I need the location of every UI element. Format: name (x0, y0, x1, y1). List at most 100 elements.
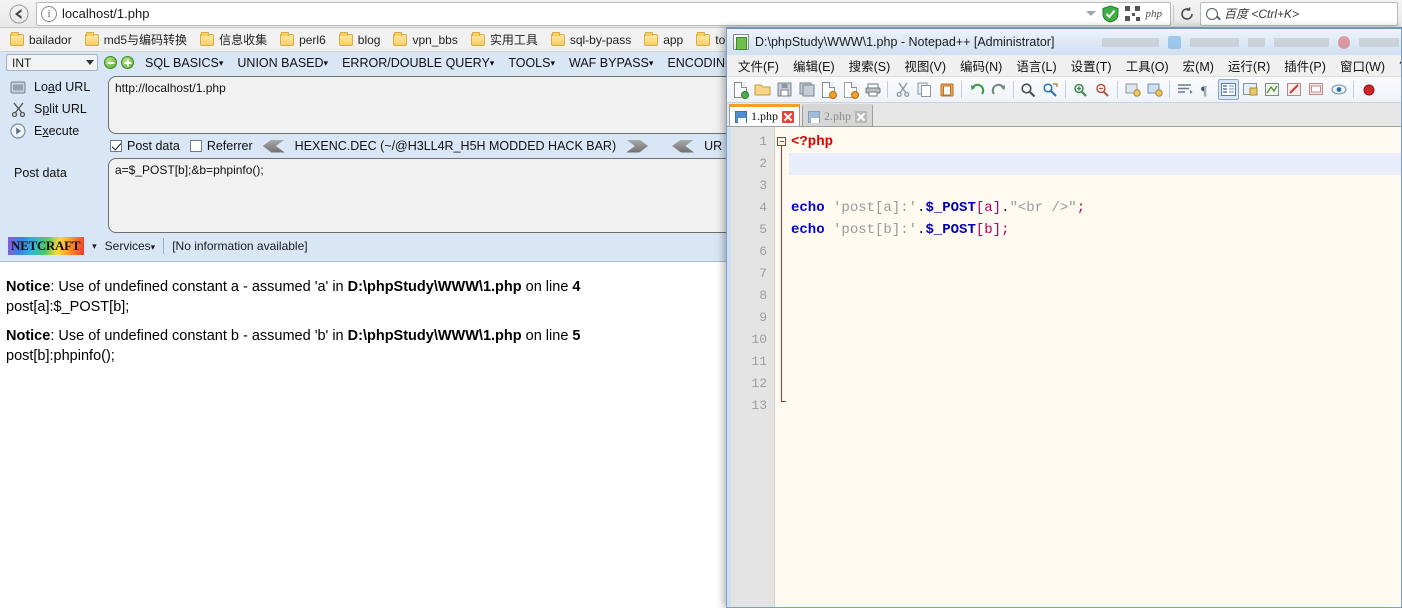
hackbar-menu-sql-basics[interactable]: SQL BASICS▾ (138, 55, 230, 71)
show-func-list-icon[interactable] (1284, 79, 1305, 100)
notepad-menu-item[interactable]: 语言(L) (1009, 54, 1063, 77)
shield-icon[interactable] (1102, 4, 1119, 23)
notepad-menu-item[interactable]: 运行(R) (1221, 54, 1277, 77)
hackbar-menu-error-double-query[interactable]: ERROR/DOUBLE QUERY▾ (335, 55, 501, 71)
code-line[interactable] (789, 373, 1401, 395)
code-line[interactable] (789, 329, 1401, 351)
hackbar-load-url-button[interactable]: Load URL (0, 76, 108, 98)
code-line[interactable] (789, 285, 1401, 307)
open-file-icon[interactable] (752, 79, 773, 100)
user-defined-dialog-icon[interactable] (1240, 79, 1261, 100)
show-all-chars-icon[interactable]: ¶ (1196, 79, 1217, 100)
notepad-menu-item[interactable]: 编辑(E) (786, 54, 842, 77)
chevron-left-decor-icon (262, 139, 285, 153)
redo-icon[interactable] (988, 79, 1009, 100)
zoom-out-icon[interactable] (1092, 79, 1113, 100)
hackbar-hexenc-label[interactable]: HEXENC.DEC (~/@H3LL4R_H5H MODDED HACK BA… (295, 139, 616, 153)
code-line[interactable] (789, 307, 1401, 329)
bookmark-item[interactable]: sql-by-pass (547, 31, 637, 49)
notepad-menu-item[interactable]: 视图(V) (897, 54, 953, 77)
hackbar-postdata-checkbox[interactable]: Post data (110, 139, 180, 153)
notepad-menu-item[interactable]: 设置(T) (1064, 54, 1119, 77)
info-icon[interactable]: i (41, 5, 57, 22)
notepad-menu-item[interactable]: ? (1392, 57, 1401, 75)
paste-icon[interactable] (936, 79, 957, 100)
code-line[interactable]: echo 'post[a]:'.$_POST[a]."<br />"; (789, 197, 1401, 219)
hackbar-execute-button[interactable]: Execute (0, 120, 108, 142)
editor-fold-margin[interactable] (775, 127, 789, 607)
bookmark-item[interactable]: perl6 (276, 31, 332, 49)
notepad-menu-item[interactable]: 窗口(W) (1333, 54, 1392, 77)
hackbar-trailing-label[interactable]: UR (704, 139, 722, 153)
code-line[interactable]: echo 'post[b]:'.$_POST[b]; (789, 219, 1401, 241)
qr-code-icon[interactable] (1124, 6, 1140, 21)
hackbar-encoding-select[interactable]: INT (6, 54, 98, 71)
cut-icon[interactable] (892, 79, 913, 100)
bookmark-item[interactable]: blog (335, 31, 387, 49)
close-file-icon[interactable] (818, 79, 839, 100)
hackbar-plus-button[interactable] (121, 56, 134, 69)
undo-icon[interactable] (966, 79, 987, 100)
code-line[interactable] (789, 153, 1401, 175)
search-bar[interactable]: 百度 <Ctrl+K> (1200, 1, 1398, 26)
code-line[interactable] (789, 241, 1401, 263)
save-all-icon[interactable] (796, 79, 817, 100)
netcraft-dropdown-caret[interactable]: ▾ (92, 241, 97, 252)
show-folder-panel-icon[interactable] (1306, 79, 1327, 100)
hackbar-split-url-button[interactable]: Split URL (0, 98, 108, 120)
notepad-menu-item[interactable]: 文件(F) (731, 54, 786, 77)
bookmark-item[interactable]: vpn_bbs (389, 31, 463, 49)
code-line[interactable] (789, 395, 1401, 417)
bookmark-item[interactable]: 实用工具 (467, 29, 544, 50)
hackbar-menu-union-based[interactable]: UNION BASED▾ (230, 55, 335, 71)
close-icon[interactable] (855, 110, 867, 123)
replace-icon[interactable] (1040, 79, 1061, 100)
reload-icon[interactable] (1174, 2, 1200, 26)
notepad-plus-plus-window[interactable]: D:\phpStudy\WWW\1.php - Notepad++ [Admin… (726, 27, 1402, 608)
fold-collapse-icon[interactable] (777, 137, 786, 146)
notice-file-path: D:\phpStudy\WWW\1.php (347, 328, 522, 345)
chevron-down-icon[interactable] (1085, 11, 1096, 16)
show-doc-map-icon[interactable] (1262, 79, 1283, 100)
sync-vertical-icon[interactable] (1122, 79, 1143, 100)
code-line[interactable] (789, 351, 1401, 373)
hackbar-minus-button[interactable] (104, 56, 117, 69)
zoom-in-icon[interactable] (1070, 79, 1091, 100)
netcraft-services-menu[interactable]: Services▾ (105, 239, 156, 253)
notepad-tab[interactable]: 2.php (802, 104, 873, 126)
bookmark-item[interactable]: 信息收集 (196, 29, 273, 50)
close-all-icon[interactable] (840, 79, 861, 100)
monitor-icon[interactable] (1328, 79, 1349, 100)
notepad-editor[interactable]: 1 2 3 4 5 6 7 8 9 10 11 12 13 <?php echo 'post[a]:'.… (727, 127, 1401, 607)
print-icon[interactable] (862, 79, 883, 100)
save-icon[interactable] (774, 79, 795, 100)
hackbar-referrer-checkbox[interactable]: Referrer (189, 139, 253, 153)
new-file-icon[interactable] (730, 79, 751, 100)
folder-icon (393, 31, 408, 46)
word-wrap-icon[interactable] (1174, 79, 1195, 100)
editor-code-area[interactable]: <?php echo 'post[a]:'.$_POST[a]."<br />"… (789, 127, 1401, 607)
php-badge[interactable]: php (1146, 8, 1163, 20)
hackbar-menu-tools[interactable]: TOOLS▾ (501, 55, 562, 71)
notepad-tab[interactable]: 1.php (729, 104, 800, 126)
back-arrow-icon[interactable] (6, 3, 32, 25)
close-icon[interactable] (782, 110, 794, 123)
hackbar-menu-waf-bypass[interactable]: WAF BYPASS▾ (562, 55, 660, 71)
indent-guide-icon[interactable] (1218, 79, 1239, 100)
bookmark-item[interactable]: md5与编码转换 (81, 29, 193, 50)
notepad-menu-item[interactable]: 宏(M) (1176, 54, 1221, 77)
bookmark-item[interactable]: bailador (6, 31, 78, 49)
copy-icon[interactable] (914, 79, 935, 100)
notepad-menu-item[interactable]: 搜索(S) (842, 54, 898, 77)
code-line[interactable] (789, 175, 1401, 197)
code-line[interactable]: <?php (789, 131, 1401, 153)
code-line[interactable] (789, 263, 1401, 285)
notepad-menu-item[interactable]: 插件(P) (1277, 54, 1333, 77)
url-bar[interactable]: i localhost/1.php php (36, 1, 1171, 26)
record-macro-icon[interactable] (1358, 79, 1379, 100)
find-icon[interactable] (1018, 79, 1039, 100)
notepad-menu-item[interactable]: 工具(O) (1119, 54, 1176, 77)
sync-horizontal-icon[interactable] (1144, 79, 1165, 100)
bookmark-item[interactable]: app (640, 31, 689, 49)
notepad-menu-item[interactable]: 编码(N) (953, 54, 1009, 77)
